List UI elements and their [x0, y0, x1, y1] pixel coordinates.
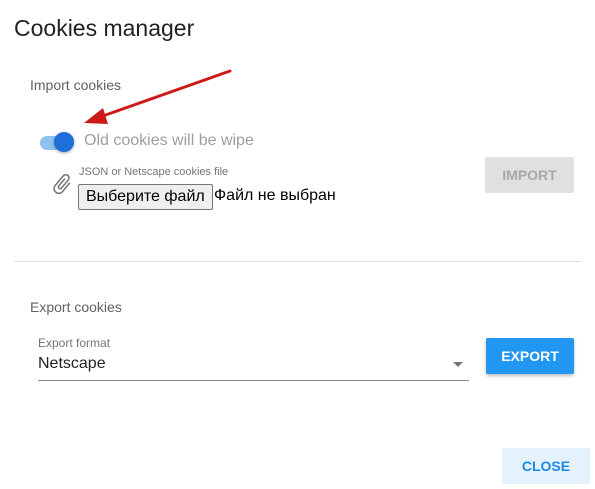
dialog-title: Cookies manager: [14, 15, 195, 41]
export-section-title: Export cookies: [30, 299, 122, 315]
file-status-text: Файл не выбран: [214, 187, 336, 204]
annotation-arrow: [84, 69, 232, 124]
export-button[interactable]: EXPORT: [486, 338, 574, 374]
wipe-cookies-label: Old cookies will be wipe: [84, 132, 254, 149]
choose-file-button[interactable]: Выберите файл: [78, 184, 213, 210]
dropdown-caret-icon[interactable]: [453, 362, 463, 367]
export-format-value[interactable]: Netscape: [38, 355, 106, 373]
import-button[interactable]: IMPORT: [485, 157, 574, 193]
close-button[interactable]: CLOSE: [502, 448, 590, 484]
select-underline: [38, 380, 469, 381]
section-divider: [14, 261, 581, 262]
file-input-caption: JSON or Netscape cookies file: [79, 166, 229, 178]
wipe-cookies-toggle[interactable]: [40, 131, 76, 153]
export-format-caption: Export format: [38, 336, 111, 350]
import-section-title: Import cookies: [30, 77, 122, 93]
toggle-thumb: [54, 132, 74, 152]
paperclip-icon: [53, 174, 71, 195]
